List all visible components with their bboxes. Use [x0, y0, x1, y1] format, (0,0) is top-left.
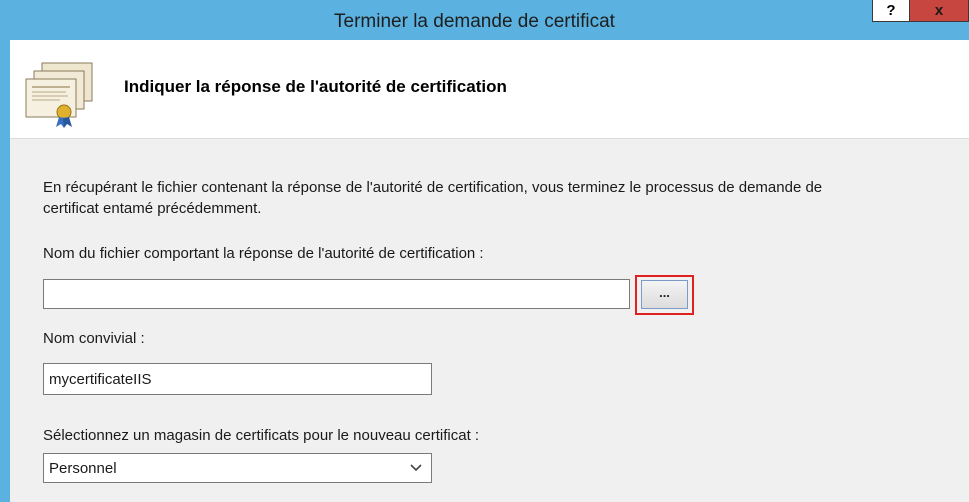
certificate-store-label: Sélectionnez un magasin de certificats p… — [43, 427, 480, 444]
file-name-input[interactable] — [43, 279, 630, 309]
dialog-header: Indiquer la réponse de l'autorité de cer… — [10, 40, 969, 139]
friendly-name-label: Nom convivial : — [43, 330, 145, 347]
file-name-label: Nom du fichier comportant la réponse de … — [43, 245, 484, 262]
chevron-down-icon[interactable] — [409, 462, 423, 474]
description-text: En récupérant le fichier contenant la ré… — [43, 179, 823, 217]
certificate-store-select[interactable]: Personnel — [43, 453, 432, 483]
close-button[interactable]: x — [910, 0, 969, 22]
dialog-content: En récupérant le fichier contenant la ré… — [10, 139, 969, 502]
page-title: Indiquer la réponse de l'autorité de cer… — [124, 77, 507, 96]
window-title: Terminer la demande de certificat — [334, 11, 615, 32]
help-button[interactable]: ? — [872, 0, 910, 22]
friendly-name-input[interactable] — [43, 363, 432, 395]
browse-button[interactable]: ... — [641, 280, 688, 309]
certificate-store-value: Personnel — [49, 460, 117, 477]
title-bar[interactable]: Terminer la demande de certificat ? x — [0, 0, 969, 40]
certificate-icon — [25, 62, 93, 128]
